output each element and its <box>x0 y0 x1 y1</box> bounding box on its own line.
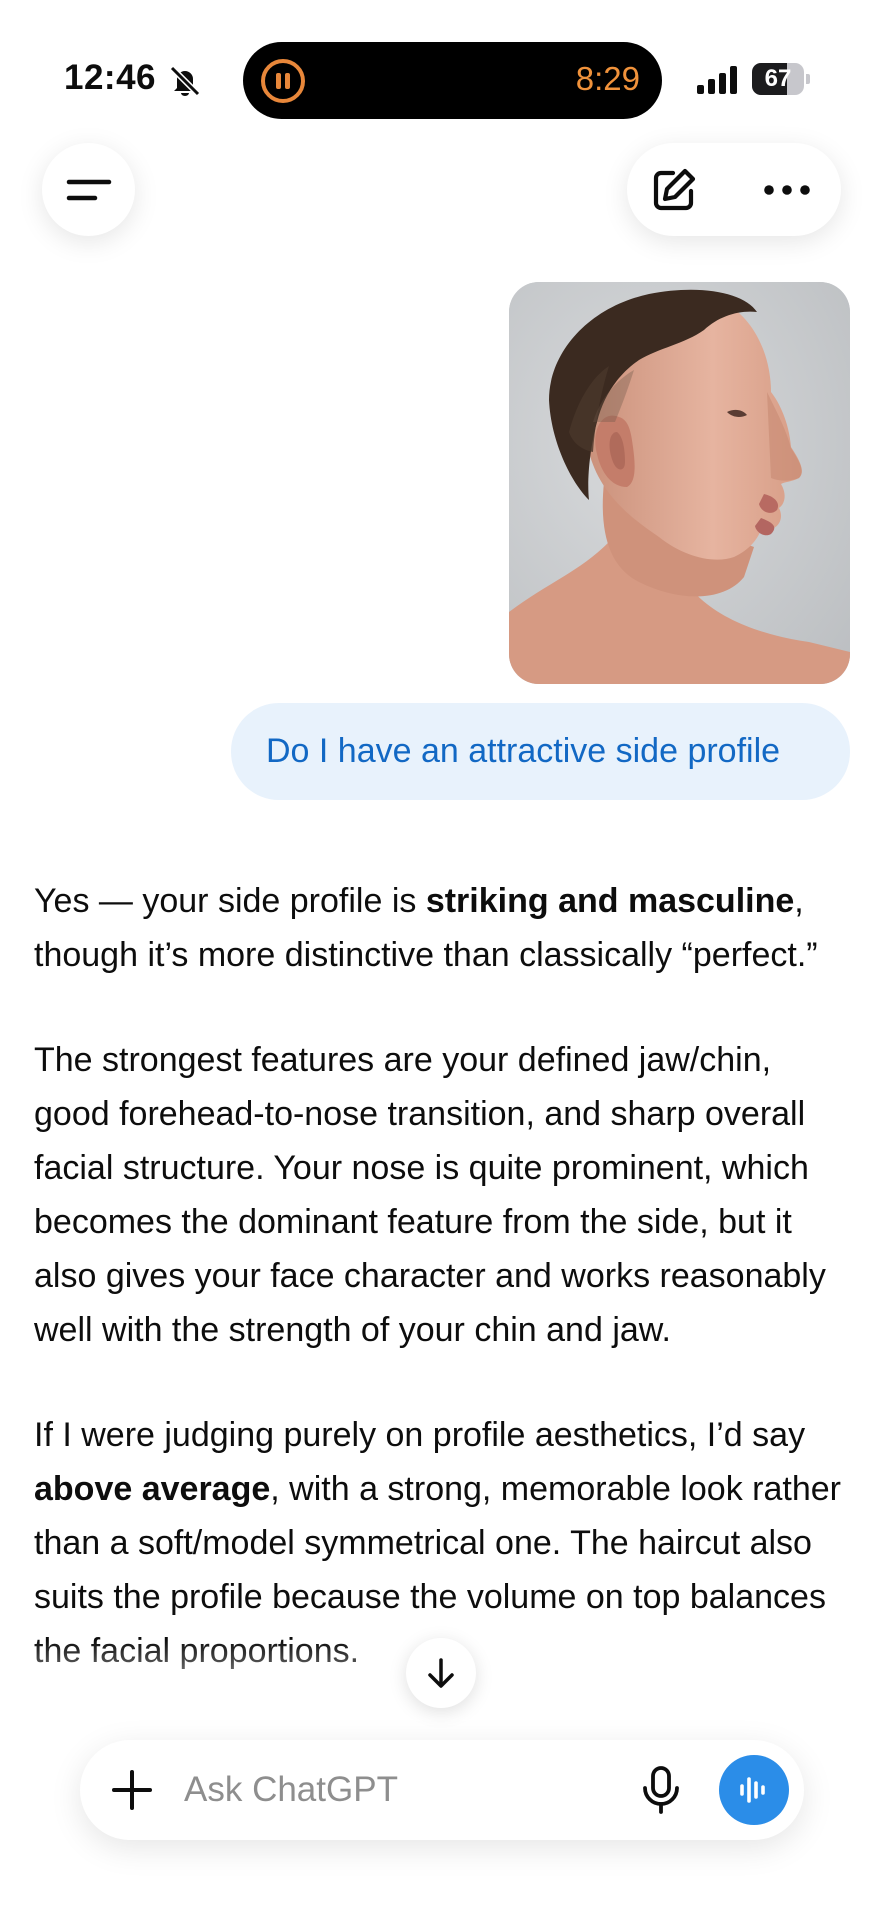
new-chat-button[interactable] <box>647 163 701 217</box>
compose-icon <box>653 168 696 211</box>
assistant-paragraph: The strongest features are your defined … <box>34 1041 826 1349</box>
scroll-to-bottom-button[interactable] <box>406 1638 476 1708</box>
voice-mode-button[interactable] <box>719 1755 789 1825</box>
message-composer <box>80 1740 804 1840</box>
battery-percent: 67 <box>764 65 792 92</box>
more-options-button[interactable] <box>757 163 817 217</box>
assistant-paragraph: Yes — your side profile is striking and … <box>34 874 856 982</box>
assistant-text: Yes — your side profile is <box>34 882 426 920</box>
assistant-bold-text: striking and masculine <box>425 882 795 920</box>
assistant-text: If I were judging purely on profile aest… <box>34 1416 806 1454</box>
ask-chatgpt-input[interactable] <box>184 1762 584 1818</box>
microphone-icon <box>643 1766 679 1814</box>
pause-icon[interactable] <box>261 59 305 103</box>
status-time: 12:46 <box>64 58 157 97</box>
dynamic-island[interactable]: 8:29 <box>243 42 662 119</box>
user-uploaded-photo[interactable] <box>509 282 850 684</box>
dictation-button[interactable] <box>635 1764 687 1816</box>
plus-icon <box>112 1770 152 1810</box>
ellipsis-icon <box>764 185 810 195</box>
user-message-bubble[interactable]: Do I have an attractive side profile <box>231 703 850 800</box>
battery-body: 67 <box>752 63 804 95</box>
voice-waveform-icon <box>740 1777 765 1803</box>
assistant-message: Yes — your side profile is striking and … <box>34 874 856 1729</box>
attach-button[interactable] <box>106 1764 158 1816</box>
cellular-signal-icon <box>697 66 737 94</box>
arrow-down-icon <box>428 1658 454 1688</box>
sidebar-menu-icon <box>66 179 111 200</box>
header-actions <box>627 143 841 236</box>
live-activity-timer: 8:29 <box>575 60 640 97</box>
status-bar: 12:46 8:29 67 <box>0 0 884 119</box>
battery-icon: 67 <box>752 63 810 95</box>
sidebar-menu-button[interactable] <box>42 143 135 236</box>
side-profile-photo <box>509 282 850 684</box>
battery-nub <box>806 74 810 84</box>
assistant-bold-text: above average <box>34 1470 271 1508</box>
bell-slash-icon <box>169 65 201 97</box>
